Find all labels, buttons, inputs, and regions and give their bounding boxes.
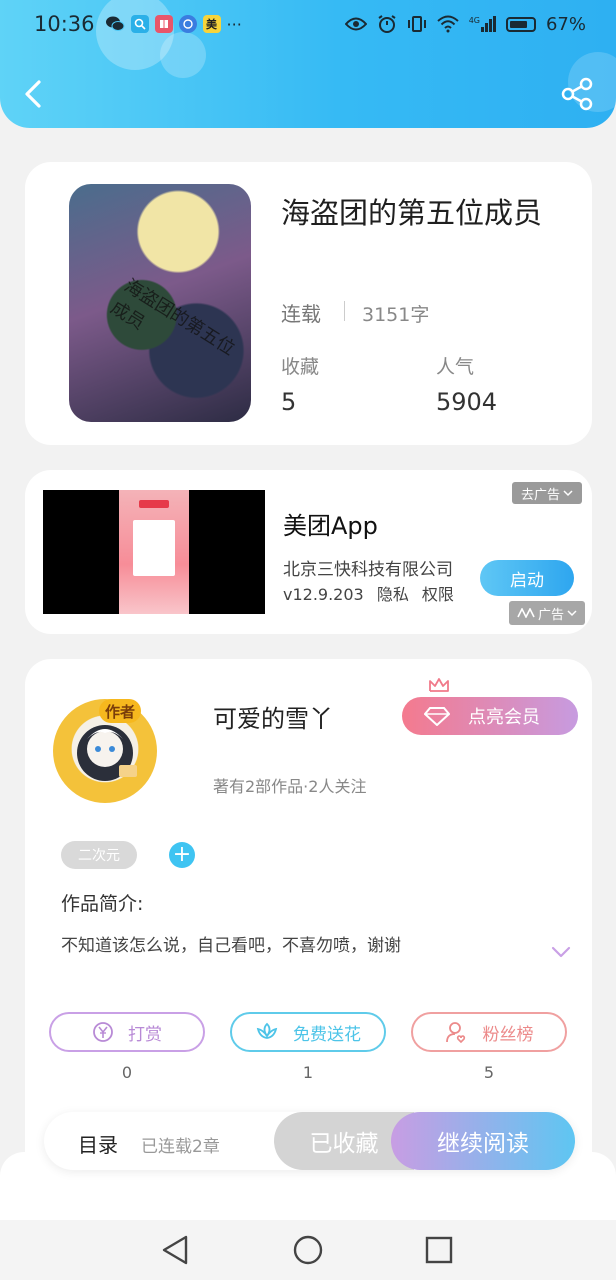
share-button[interactable] [560, 76, 594, 112]
ad-label: 广告 [537, 607, 564, 623]
vip-button-label: 点亮会员 [468, 707, 540, 728]
wifi-icon [437, 15, 459, 33]
add-tag-button[interactable]: + [169, 842, 195, 868]
ad-privacy-link[interactable]: 隐私 [377, 585, 409, 604]
meta-divider [344, 301, 345, 321]
nav-back-icon[interactable] [158, 1232, 194, 1268]
user-heart-icon [445, 1022, 465, 1044]
ad-label-badge[interactable]: 广告 [509, 601, 585, 625]
eye-icon [344, 17, 367, 31]
author-name[interactable]: 可爱的雪丫 [213, 699, 333, 734]
ad-poster-image [119, 490, 189, 614]
crown-icon [428, 677, 450, 698]
fans-count: 5 [483, 1063, 495, 1082]
header: 10:36 美 ··· 4G 67% [0, 0, 616, 128]
popularity-label: 人气 [436, 356, 475, 378]
back-button[interactable] [20, 76, 48, 112]
word-count: 3151字 [362, 304, 430, 326]
favorites-label: 收藏 [281, 356, 320, 378]
ad-poster-phone [133, 520, 175, 576]
fans-ranking-label: 粉丝榜 [482, 1024, 534, 1045]
nav-home-icon[interactable] [290, 1232, 326, 1268]
ad-video[interactable] [43, 490, 265, 614]
cover-title-text: 海盗团的第五位成员 [106, 275, 239, 360]
ad-platform-icon [517, 608, 535, 618]
book-app-icon [154, 15, 173, 33]
search-app-icon [130, 15, 149, 33]
tip-count: 0 [121, 1063, 133, 1082]
favorites-value: 5 [281, 388, 297, 416]
chapter-count: 已连载2章 [141, 1137, 220, 1157]
yen-coin-icon [93, 1022, 113, 1042]
continue-reading-button[interactable]: 继续阅读 [391, 1112, 575, 1170]
diamond-icon [424, 707, 450, 726]
alarm-icon [378, 15, 396, 33]
status-right: 4G 67% [344, 13, 586, 35]
intro-label: 作品简介: [61, 893, 144, 915]
system-nav-bar [0, 1220, 616, 1280]
signal-4g-icon: 4G [469, 16, 496, 32]
ad-launch-button[interactable]: 启动 [480, 560, 574, 596]
send-flower-button[interactable]: 免费送花 [230, 1012, 386, 1052]
battery-percent: 67% [545, 13, 586, 35]
nav-recents-icon[interactable] [421, 1232, 457, 1268]
serial-status: 连载 [281, 302, 321, 326]
book-info-card: 海盗团的第五位成员 海盗团的第五位成员 连载 3151字 收藏 5 人气 590… [25, 162, 592, 445]
remove-ad-button[interactable]: 去广告 [512, 482, 582, 504]
vip-button[interactable]: 点亮会员 [402, 697, 578, 735]
ad-company: 北京三快科技有限公司 [283, 560, 453, 580]
expand-chevron-icon[interactable] [550, 941, 572, 963]
vibrate-icon [407, 16, 426, 32]
author-badge: 作者 [99, 699, 141, 723]
browser-icon [178, 15, 197, 33]
ad-title: 美团App [283, 512, 378, 540]
battery-icon [505, 16, 536, 32]
remove-ad-label: 去广告 [520, 487, 560, 503]
send-flower-label: 免费送花 [293, 1024, 361, 1045]
reading-action-bar: 目录 已连载2章 已收藏 继续阅读 [44, 1112, 575, 1170]
popularity-value: 5904 [436, 388, 498, 416]
ad-version-row: v12.9.203 隐私 权限 [283, 581, 454, 605]
fans-ranking-button[interactable]: 粉丝榜 [411, 1012, 567, 1052]
book-title: 海盗团的第五位成员 [281, 196, 543, 230]
chevron-down-icon [563, 490, 573, 497]
chevron-down-icon [567, 610, 577, 617]
flower-icon [256, 1022, 278, 1039]
notification-icons: 美 ··· [105, 15, 242, 34]
tip-label: 打赏 [128, 1024, 162, 1045]
more-notifications-icon: ··· [226, 14, 242, 34]
wechat-icon [105, 16, 125, 31]
toc-button[interactable]: 目录 [78, 1129, 118, 1158]
intro-text: 不知道该怎么说，自己看吧，不喜勿喷，谢谢 [61, 936, 401, 956]
ad-poster-tag [139, 500, 169, 508]
author-stats: 著有2部作品·2人关注 [213, 777, 367, 796]
book-cover-image[interactable]: 海盗团的第五位成员 [69, 184, 251, 422]
ad-card[interactable]: 去广告 美团App 北京三快科技有限公司 v12.9.203 隐私 权限 启动 … [25, 470, 592, 634]
tip-button[interactable]: 打赏 [49, 1012, 205, 1052]
genre-tag[interactable]: 二次元 [61, 841, 137, 869]
ad-permissions-link[interactable]: 权限 [422, 585, 454, 604]
meituan-icon: 美 [202, 15, 221, 33]
status-bar: 10:36 美 ··· 4G 67% [0, 0, 616, 48]
status-time: 10:36 [34, 12, 95, 36]
flower-count: 1 [302, 1063, 314, 1082]
ad-version: v12.9.203 [283, 585, 364, 604]
